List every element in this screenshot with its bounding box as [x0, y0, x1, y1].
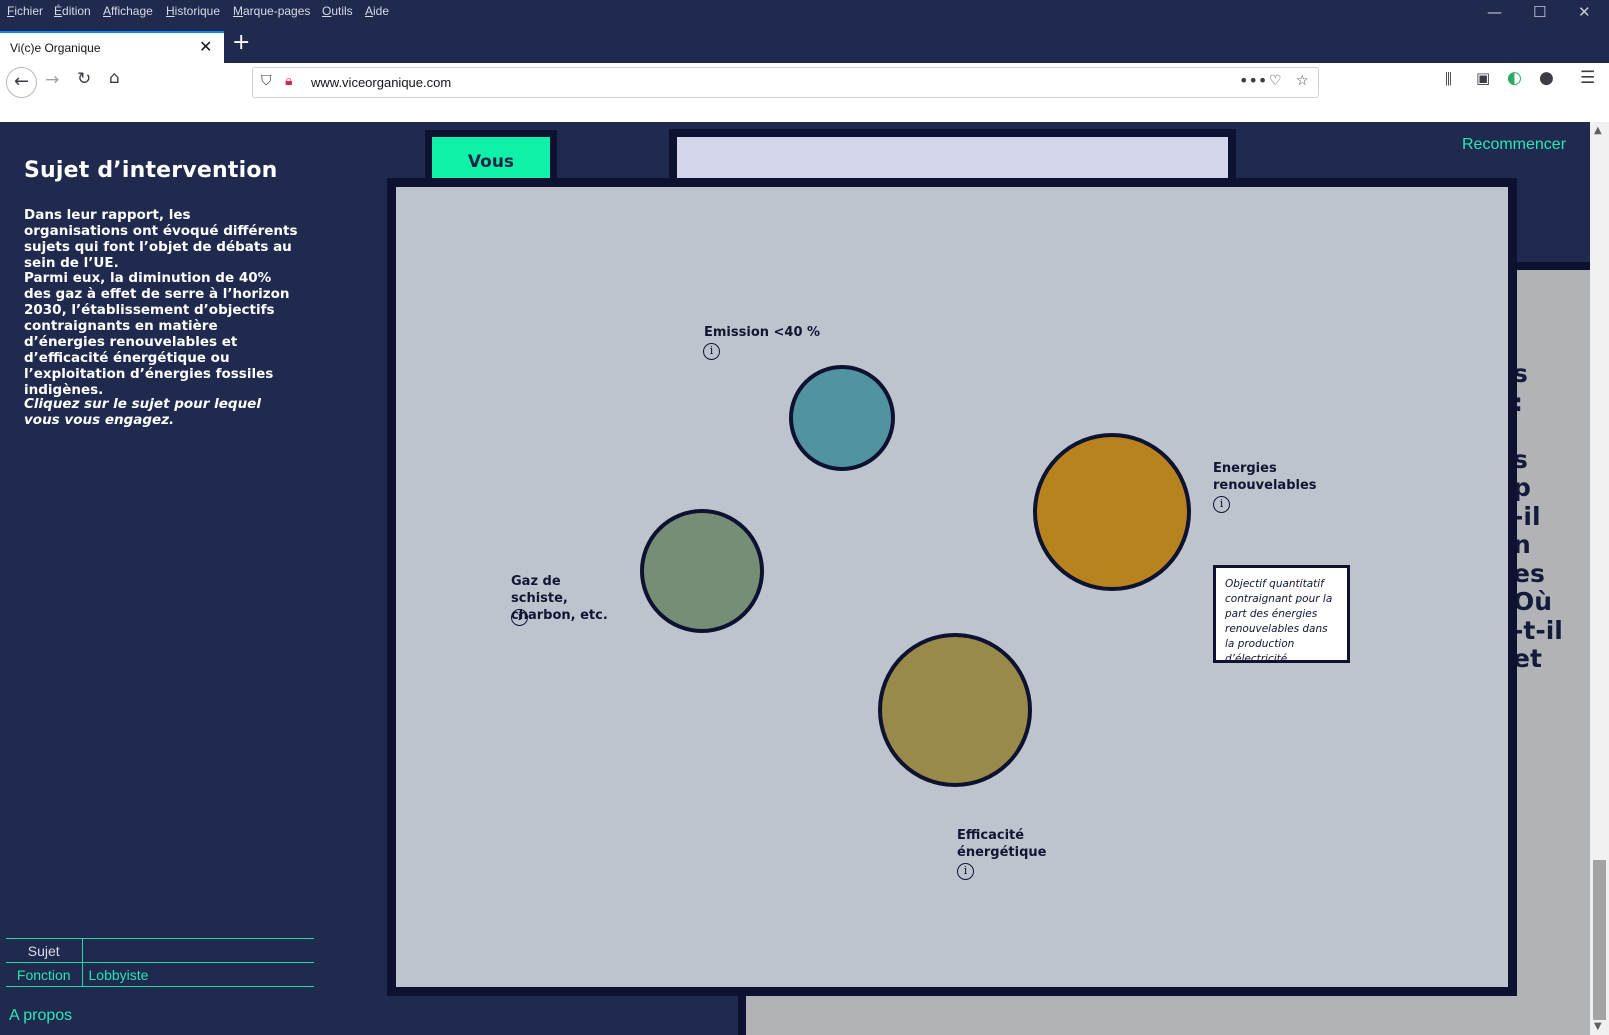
topic-label-renouvelables: Energies renouvelables	[1213, 461, 1317, 493]
home-icon[interactable]: ⌂	[109, 68, 120, 88]
sync-icon[interactable]: ◐	[1507, 68, 1522, 88]
bookmark-star-icon[interactable]: ☆	[1296, 73, 1309, 89]
reload-icon[interactable]: ↻	[77, 69, 91, 89]
info-icon[interactable]: i	[1213, 496, 1230, 513]
tooltip: Objectif quantitatif contraignant pour l…	[1213, 565, 1350, 665]
table-row-fonction: Fonction Lobbyiste	[6, 962, 314, 987]
menu-historique[interactable]: Historique	[166, 4, 220, 18]
info-icon[interactable]: i	[511, 609, 528, 626]
more-actions-icon[interactable]: •••	[1239, 71, 1267, 90]
close-tab-icon[interactable]: ✕	[199, 37, 212, 56]
minimize-button[interactable]: —	[1487, 3, 1502, 21]
info-icon[interactable]: i	[957, 863, 974, 880]
scroll-up-arrow-icon[interactable]: ▲	[1594, 125, 1602, 136]
table-row-sujet: Sujet	[6, 938, 314, 963]
url-bar[interactable]: ⛉ 🔒︎ www.viceorganique.com ••• ♡ ☆	[252, 67, 1319, 98]
restart-link[interactable]: Recommencer	[1462, 136, 1566, 154]
insecure-lock-icon[interactable]: 🔒︎	[285, 73, 292, 89]
menu-marque-pages[interactable]: Marque-pages	[233, 4, 310, 18]
scroll-down-arrow-icon[interactable]: ▼	[1594, 1021, 1602, 1032]
page-scrollbar[interactable]: ▲ ▼	[1590, 122, 1609, 1035]
topic-bubble-emission[interactable]	[789, 365, 895, 471]
tab-title: Vi(c)e Organique	[10, 41, 101, 55]
intro-paragraph-2: Parmi eux, la diminution de 40% des gaz …	[24, 270, 290, 398]
info-table: Sujet Fonction Lobbyiste	[6, 938, 314, 987]
topic-bubble-renouvelables[interactable]	[1033, 433, 1191, 591]
nav-bar: ← → ↻ ⌂ ⛉ 🔒︎ www.viceorganique.com ••• ♡…	[0, 63, 1609, 122]
new-tab-icon[interactable]: +	[232, 30, 250, 55]
tab-strip: Vi(c)e Organique ✕ +	[0, 30, 1609, 63]
topic-board: Emission <40 % i Energies renouvelables …	[396, 187, 1508, 987]
maximize-button[interactable]: ☐	[1533, 3, 1546, 21]
topic-bubble-schiste[interactable]	[640, 509, 764, 633]
intro-paragraph-1: Dans leur rapport, les organisations ont…	[24, 207, 298, 271]
topic-bubble-efficacite[interactable]	[878, 633, 1032, 787]
topic-modal: Emission <40 % i Energies renouvelables …	[387, 178, 1517, 996]
library-icon[interactable]: ⫼	[1445, 70, 1452, 88]
topic-label-emission: Emission <40 %	[704, 325, 821, 340]
shield-icon[interactable]: ⛉	[261, 73, 272, 89]
menu-edition[interactable]: Édition	[54, 4, 91, 18]
info-icon[interactable]: i	[703, 343, 720, 360]
back-arrow-icon[interactable]: ←	[6, 67, 37, 98]
menu-outils[interactable]: Outils	[322, 4, 353, 18]
sidebar-title: Sujet d’intervention	[24, 158, 278, 183]
menu-fichier[interactable]: Fichier	[7, 4, 43, 18]
fonction-value: Lobbyiste	[82, 962, 314, 987]
instruction-text: Cliquez sur le sujet pour lequel vous vo…	[24, 396, 261, 428]
sujet-label: Sujet	[6, 938, 83, 963]
sujet-value	[82, 938, 314, 963]
background-panel-text: s : s p -il n es Où -t-il et	[1513, 359, 1563, 673]
forward-arrow-icon[interactable]: →	[45, 70, 59, 90]
browser-tab[interactable]: Vi(c)e Organique ✕	[0, 31, 224, 63]
hamburger-menu-icon[interactable]: ☰	[1580, 68, 1595, 88]
fonction-label: Fonction	[6, 962, 83, 987]
url-text[interactable]: www.viceorganique.com	[311, 75, 451, 90]
page-content: Sujet d’intervention Dans leur rapport, …	[0, 122, 1609, 1035]
pocket-icon[interactable]: ♡	[1269, 73, 1282, 89]
menu-affichage[interactable]: Affichage	[103, 4, 153, 18]
close-window-button[interactable]: ✕	[1578, 3, 1591, 21]
scroll-thumb[interactable]	[1593, 860, 1606, 1020]
account-icon[interactable]: ●	[1539, 68, 1554, 88]
topic-label-efficacite: Efficacité énergétique	[957, 828, 1047, 860]
sidebar-icon[interactable]: ▣	[1476, 69, 1490, 87]
menu-bar: Fichier Édition Affichage Historique Mar…	[0, 0, 1609, 24]
about-link[interactable]: A propos	[9, 1007, 72, 1025]
menu-aide[interactable]: Aide	[365, 4, 389, 18]
